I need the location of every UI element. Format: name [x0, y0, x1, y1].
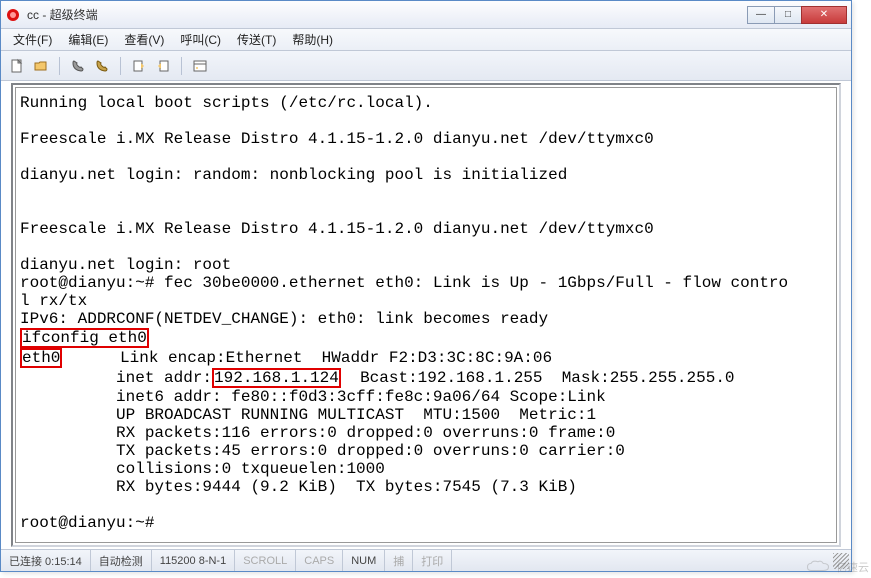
send-file-icon[interactable]	[129, 56, 149, 76]
status-bar: 已连接 0:15:14 自动检测 115200 8-N-1 SCROLL CAP…	[1, 549, 851, 571]
menu-view[interactable]: 查看(V)	[116, 29, 172, 50]
term-line: dianyu.net login: root	[20, 256, 231, 274]
terminal-inner-frame: Running local boot scripts (/etc/rc.loca…	[15, 87, 837, 543]
toolbar-separator	[181, 57, 182, 75]
menu-transfer[interactable]: 传送(T)	[229, 29, 284, 50]
term-line: Freescale i.MX Release Distro 4.1.15-1.2…	[20, 220, 654, 238]
term-line: Running local boot scripts (/etc/rc.loca…	[20, 94, 433, 112]
menu-edit[interactable]: 编辑(E)	[60, 29, 116, 50]
term-line: RX bytes:9444 (9.2 KiB) TX bytes:7545 (7…	[20, 478, 577, 496]
highlight-ip-address: 192.168.1.124	[212, 368, 341, 388]
status-caps: CAPS	[296, 550, 343, 571]
term-line: inet6 addr: fe80::f0d3:3cff:fe8c:9a06/64…	[20, 388, 606, 406]
status-num: NUM	[343, 550, 385, 571]
title-bar[interactable]: cc - 超级终端 — □ ✕	[1, 1, 851, 29]
status-capture: 捕	[385, 550, 413, 571]
maximize-button[interactable]: □	[774, 6, 802, 24]
term-line: IPv6: ADDRCONF(NETDEV_CHANGE): eth0: lin…	[20, 310, 548, 328]
toolbar-separator	[59, 57, 60, 75]
status-printecho: 打印	[413, 550, 452, 571]
minimize-button[interactable]: —	[747, 6, 775, 24]
terminal-frame: Running local boot scripts (/etc/rc.loca…	[11, 83, 841, 547]
term-prompt: root@dianyu:~#	[20, 514, 154, 532]
highlight-interface-name: eth0	[20, 348, 62, 368]
menu-file[interactable]: 文件(F)	[5, 29, 60, 50]
menu-call[interactable]: 呼叫(C)	[172, 29, 229, 50]
open-folder-icon[interactable]	[31, 56, 51, 76]
status-connected: 已连接 0:15:14	[1, 550, 91, 571]
term-line: collisions:0 txqueuelen:1000	[20, 460, 385, 478]
toolbar	[1, 51, 851, 81]
term-line: l rx/tx	[20, 292, 87, 310]
terminal-output[interactable]: Running local boot scripts (/etc/rc.loca…	[20, 94, 832, 532]
receive-file-icon[interactable]	[153, 56, 173, 76]
status-scroll: SCROLL	[235, 550, 296, 571]
app-icon	[5, 7, 21, 23]
watermark: 亿速云	[804, 558, 869, 576]
status-autodetect: 自动检测	[91, 550, 152, 571]
toolbar-separator	[120, 57, 121, 75]
properties-icon[interactable]	[190, 56, 210, 76]
term-line: root@dianyu:~# fec 30be0000.ethernet eth…	[20, 274, 788, 292]
term-line: inet addr:	[20, 369, 212, 387]
phone-connect-icon[interactable]	[68, 56, 88, 76]
menu-help[interactable]: 帮助(H)	[284, 29, 341, 50]
term-line: Freescale i.MX Release Distro 4.1.15-1.2…	[20, 130, 654, 148]
term-line: RX packets:116 errors:0 dropped:0 overru…	[20, 424, 615, 442]
term-line: UP BROADCAST RUNNING MULTICAST MTU:1500 …	[20, 406, 596, 424]
term-line: TX packets:45 errors:0 dropped:0 overrun…	[20, 442, 625, 460]
watermark-text: 亿速云	[836, 559, 869, 575]
window-controls: — □ ✕	[748, 6, 847, 24]
status-serial-params: 115200 8-N-1	[152, 550, 235, 571]
term-line: dianyu.net login: random: nonblocking po…	[20, 166, 567, 184]
term-line: Link encap:Ethernet HWaddr F2:D3:3C:8C:9…	[62, 349, 552, 367]
close-button[interactable]: ✕	[801, 6, 847, 24]
term-line: Bcast:192.168.1.255 Mask:255.255.255.0	[341, 369, 735, 387]
phone-disconnect-icon[interactable]	[92, 56, 112, 76]
window-title: cc - 超级终端	[27, 6, 748, 23]
app-window: cc - 超级终端 — □ ✕ 文件(F) 编辑(E) 查看(V) 呼叫(C) …	[0, 0, 852, 572]
highlight-ifconfig-cmd: ifconfig eth0	[20, 328, 149, 348]
menu-bar: 文件(F) 编辑(E) 查看(V) 呼叫(C) 传送(T) 帮助(H)	[1, 29, 851, 51]
new-doc-icon[interactable]	[7, 56, 27, 76]
